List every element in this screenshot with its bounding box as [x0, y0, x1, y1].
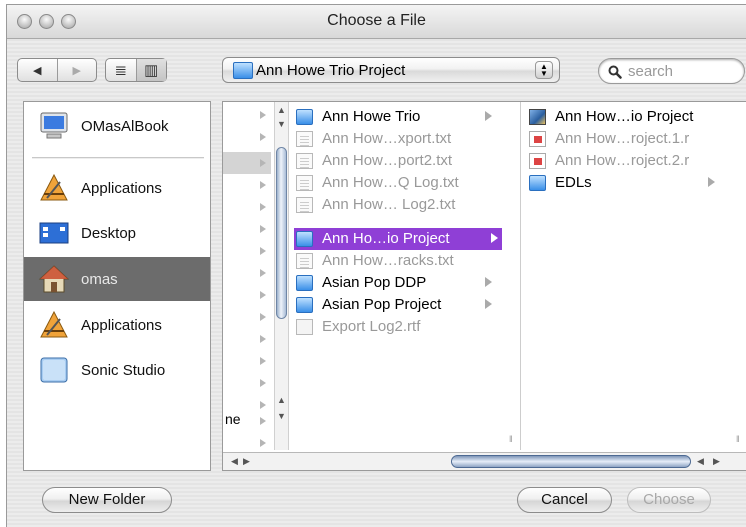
list-view-icon: ≣	[114, 62, 128, 79]
list-item[interactable]: EDLs	[529, 172, 719, 194]
sidebar-item-omas[interactable]: omas	[24, 257, 210, 301]
document-icon	[296, 131, 313, 147]
computer-icon	[40, 112, 68, 139]
list-item[interactable]: Export Log2.rtf	[296, 316, 496, 338]
sidebar-item-desktop[interactable]: Desktop	[24, 211, 210, 255]
folder-icon	[296, 275, 313, 291]
item-name: Asian Pop DDP	[322, 274, 427, 291]
sidebar: OMasAlBook Applications Desktop omas App…	[23, 101, 211, 471]
column-browser: ne ▲ ▼ ▲ ▼ Ann Howe Trio Ann How…xport.t…	[222, 101, 746, 471]
sidebar-item-applications[interactable]: Applications	[24, 166, 210, 210]
list-item[interactable]: Ann How…racks.txt	[296, 250, 496, 272]
list-item[interactable]: Ann How…roject.1.r	[529, 128, 746, 150]
document-icon	[296, 197, 313, 213]
sidebar-item-label: Applications	[81, 316, 162, 334]
item-name: Ann How…port2.txt	[322, 152, 453, 169]
search-icon	[608, 65, 622, 79]
sidebar-divider	[32, 157, 204, 159]
folder-icon	[233, 62, 253, 79]
desktop-icon	[39, 222, 69, 244]
item-name: Ann How…xport.txt	[322, 130, 452, 147]
folder-icon	[296, 231, 313, 247]
item-name: EDLs	[555, 174, 592, 191]
sidebar-item-label: Applications	[81, 179, 162, 197]
column-1-scrollbar[interactable]: ▲ ▼ ▲ ▼	[274, 102, 289, 450]
list-item[interactable]: Ann How…io Project	[529, 106, 746, 128]
sidebar-item-label: Desktop	[81, 224, 137, 242]
sidebar-item-omasalbook[interactable]: OMasAlBook	[24, 104, 210, 148]
disclosure-arrow-icon	[491, 233, 498, 243]
list-item[interactable]: Ann How… Log2.txt	[296, 194, 496, 216]
document-icon	[296, 153, 313, 169]
item-name: Ann How…Q Log.txt	[322, 174, 459, 191]
back-arrow-icon: ◀	[33, 64, 42, 77]
item-name: Ann Howe Trio	[322, 108, 421, 125]
list-item[interactable]: Ann How…port2.txt	[296, 150, 496, 172]
search-placeholder: search	[628, 63, 674, 80]
search-field[interactable]: search	[598, 58, 745, 84]
choose-file-dialog: Choose a File ◀ ▶ ≣ ▥ Ann Howe Trio Proj…	[6, 4, 746, 527]
document-icon	[296, 175, 313, 191]
cancel-button[interactable]: Cancel	[517, 487, 612, 513]
session-file-icon	[529, 131, 546, 147]
sidebar-item-label: Sonic Studio	[81, 361, 166, 379]
horizontal-scroll-thumb[interactable]	[451, 455, 691, 468]
folder-icon	[296, 109, 313, 125]
list-item-selected[interactable]: Ann Ho…io Project	[294, 228, 502, 250]
item-name: Ann How…roject.1.r	[555, 130, 690, 147]
applications-icon	[40, 310, 68, 338]
back-forward-control: ◀ ▶	[17, 58, 97, 82]
list-item[interactable]: Ann How…Q Log.txt	[296, 172, 496, 194]
item-name: Ann How…roject.2.r	[555, 152, 690, 169]
rtf-document-icon	[296, 319, 313, 335]
home-icon	[38, 265, 70, 293]
list-view-button[interactable]: ≣	[106, 59, 136, 81]
column-view-icon: ▥	[144, 62, 159, 79]
disclosure-arrow-icon	[485, 111, 492, 121]
window-title: Choose a File	[327, 12, 426, 29]
item-name: Asian Pop Project	[322, 296, 442, 313]
view-mode-control: ≣ ▥	[105, 58, 167, 82]
sidebar-item-sonic-studio[interactable]: Sonic Studio	[24, 348, 210, 392]
list-item[interactable]: Asian Pop DDP	[296, 272, 496, 294]
document-icon	[296, 253, 313, 269]
folder-icon	[296, 297, 313, 313]
disclosure-arrow-icon	[485, 299, 492, 309]
item-name: Ann How…io Project	[555, 108, 694, 125]
item-name: Ann Ho…io Project	[322, 230, 450, 247]
item-name: Ann How… Log2.txt	[322, 196, 456, 213]
session-file-icon	[529, 153, 546, 169]
drive-icon	[40, 357, 68, 383]
item-name: Ann How…racks.txt	[322, 252, 454, 269]
back-button[interactable]: ◀	[18, 59, 57, 81]
forward-button[interactable]: ▶	[56, 59, 97, 81]
column-view-button[interactable]: ▥	[135, 59, 166, 81]
applications-icon	[40, 173, 68, 201]
horizontal-scrollbar[interactable]: ◀ ▶ ◀ ▶	[223, 452, 746, 470]
list-item[interactable]: Asian Pop Project	[296, 294, 496, 316]
location-popup[interactable]: Ann Howe Trio Project ▲ ▼	[222, 57, 560, 83]
folder-icon	[529, 175, 546, 191]
disclosure-arrow-icon	[708, 177, 715, 187]
sidebar-item-applications-2[interactable]: Applications	[24, 303, 210, 347]
location-label: Ann Howe Trio Project	[256, 62, 406, 79]
list-item[interactable]: Ann Howe Trio	[296, 106, 496, 128]
sidebar-item-label: OMasAlBook	[81, 117, 169, 135]
column-1-scroll-thumb[interactable]	[276, 147, 287, 319]
item-name: Export Log2.rtf	[322, 318, 421, 335]
column-1-partial-text: ne	[225, 411, 241, 427]
title-bar: Choose a File	[7, 5, 746, 39]
list-item[interactable]: Ann How…roject.2.r	[529, 150, 746, 172]
column-divider[interactable]	[520, 102, 521, 450]
disclosure-arrow-icon	[485, 277, 492, 287]
sidebar-item-label: omas	[81, 270, 118, 288]
project-file-icon	[529, 109, 546, 125]
new-folder-button[interactable]: New Folder	[42, 487, 172, 513]
forward-arrow-icon: ▶	[72, 64, 81, 77]
list-item[interactable]: Ann How…xport.txt	[296, 128, 496, 150]
choose-button[interactable]: Choose	[627, 487, 711, 513]
popup-arrows-icon: ▲ ▼	[535, 61, 553, 79]
